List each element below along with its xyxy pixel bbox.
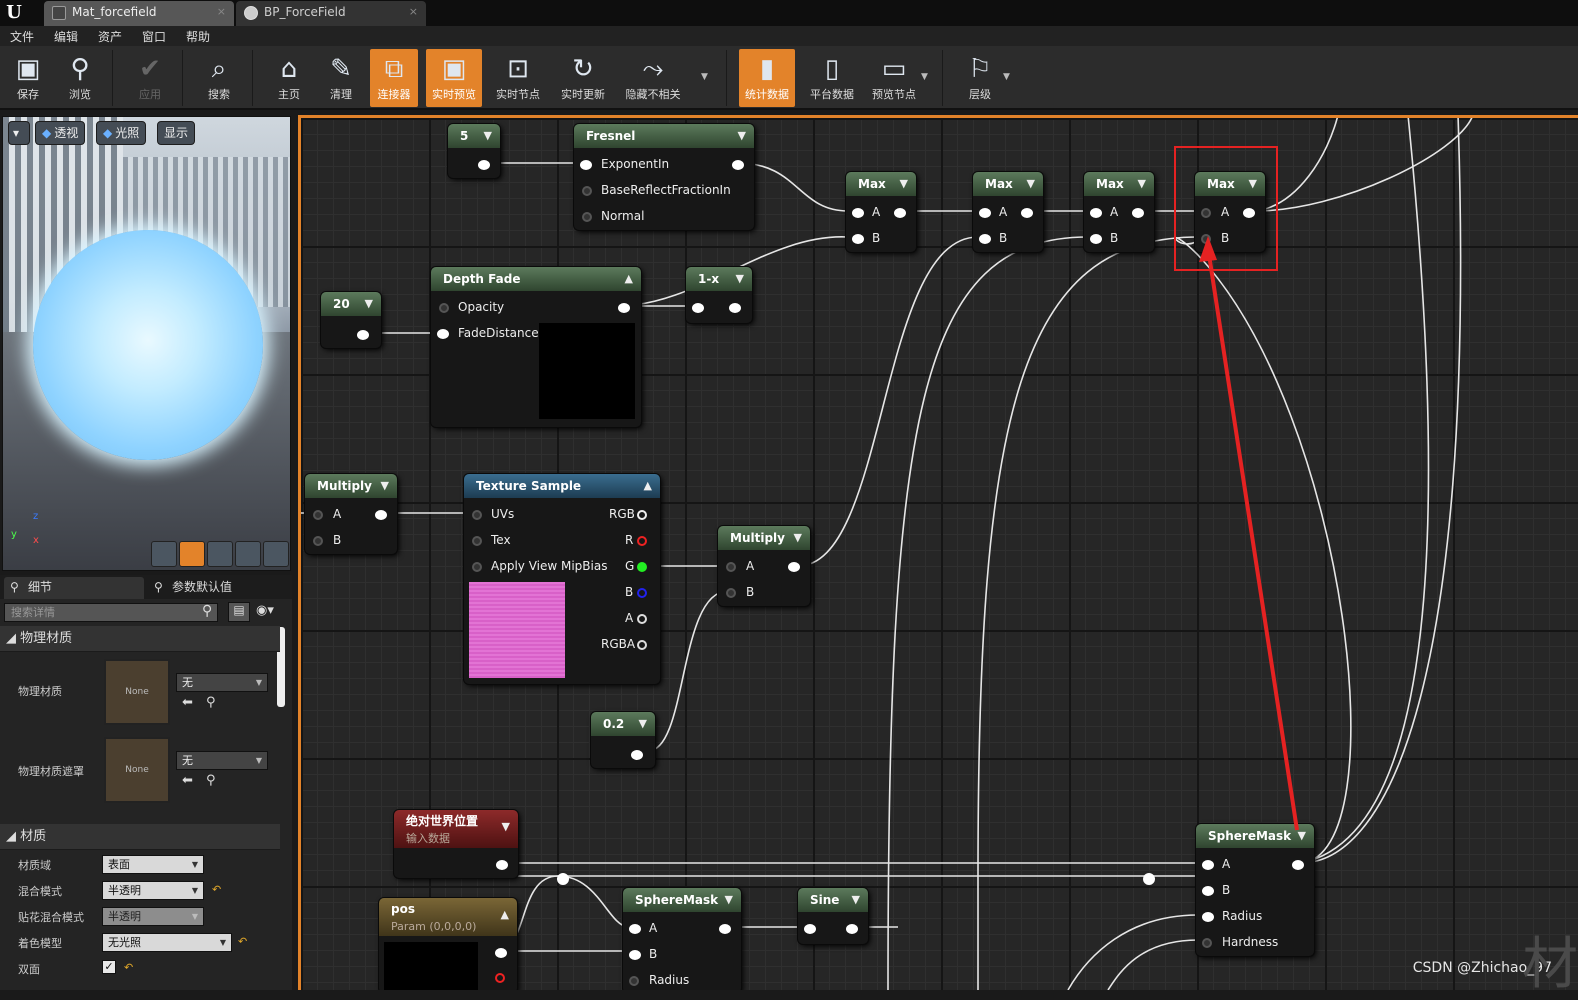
corner-text: 材	[1522, 932, 1578, 997]
annotation-arrow	[1199, 236, 1299, 831]
